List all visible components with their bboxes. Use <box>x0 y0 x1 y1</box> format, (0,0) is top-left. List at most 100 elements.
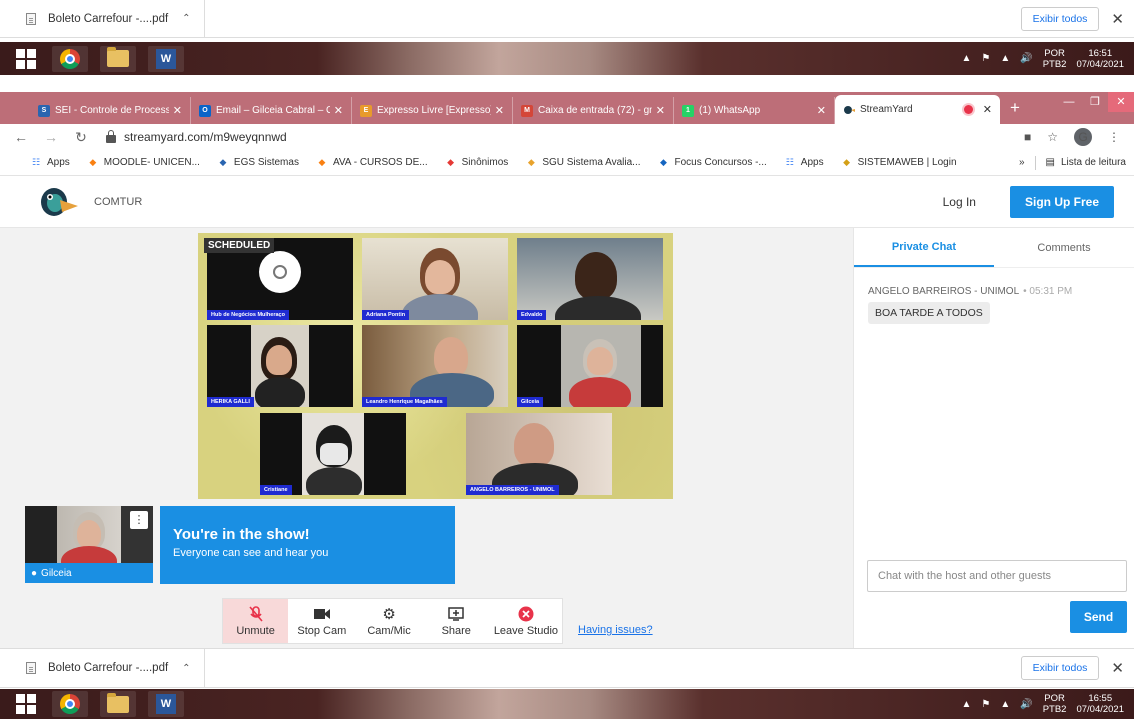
reload-icon[interactable]: ↻ <box>72 129 90 146</box>
taskbar-chrome[interactable] <box>52 691 88 717</box>
address-bar: ← → ↻ streamyard.com/m9weyqnnwd ■ ☆ G ⋮ <box>0 124 1134 150</box>
participant-video[interactable]: Adriana Pontin <box>362 238 508 320</box>
more-options-icon[interactable]: ⋮ <box>130 511 148 529</box>
stop-cam-button[interactable]: Stop Cam <box>288 599 355 643</box>
login-link[interactable]: Log In <box>943 195 976 209</box>
tab-4[interactable]: 1 (1) WhatsApp ✕ <box>674 97 835 124</box>
tab-2[interactable]: E Expresso Livre [Expresso] ✕ <box>352 97 513 124</box>
participant-video[interactable]: ANGELO BARREIROS - UNIMOL <box>466 413 612 495</box>
bookmark-item[interactable]: ◆ SISTEMAWEB | Login <box>841 157 956 169</box>
language-indicator[interactable]: POR PTB2 <box>1043 693 1067 715</box>
profile-avatar[interactable]: G <box>1074 128 1092 146</box>
bookmark-item[interactable]: ◆ MOODLE- UNICEN... <box>87 157 200 169</box>
taskbar-explorer[interactable] <box>100 45 136 72</box>
windows-start-icon[interactable] <box>12 693 40 715</box>
show-all-downloads-button[interactable]: Exibir todos <box>1020 6 1100 31</box>
minimize-icon[interactable]: — <box>1056 92 1082 112</box>
signup-button[interactable]: Sign Up Free <box>1009 185 1114 218</box>
back-icon[interactable]: ← <box>12 129 30 145</box>
tab-1[interactable]: OEmail – Gilceia Cabral – Outlook✕ <box>191 97 352 124</box>
bookmark-item[interactable]: ☷ Apps <box>30 157 70 169</box>
participant-video[interactable]: Edvaldo <box>517 238 663 320</box>
microphone-off-icon <box>249 605 263 623</box>
moodle-icon: ◆ <box>89 157 97 167</box>
bookmark-item[interactable]: ◆ Focus Concursos -... <box>658 157 767 169</box>
clock[interactable]: 16:51 07/04/2021 <box>1076 48 1124 70</box>
chrome-icon <box>60 48 80 69</box>
forward-icon[interactable]: → <box>42 129 60 145</box>
participant-video[interactable]: Cristiane <box>260 413 406 495</box>
participant-video[interactable]: HERIKA GALLI <box>207 325 353 407</box>
close-tab-icon[interactable]: ✕ <box>495 104 504 117</box>
star-icon[interactable]: ☆ <box>1047 130 1058 144</box>
share-button[interactable]: Share <box>423 599 490 643</box>
chevron-up-icon[interactable]: ⌃ <box>182 13 190 24</box>
volume-icon[interactable]: 🔊 <box>1020 699 1032 710</box>
cam-mic-button[interactable]: ⚙ Cam/Mic <box>355 599 422 643</box>
chat-input[interactable] <box>867 560 1127 592</box>
unmute-button[interactable]: Unmute <box>223 599 289 643</box>
send-button[interactable]: Send <box>1070 601 1127 633</box>
url-field[interactable]: streamyard.com/m9weyqnnwd <box>124 130 287 144</box>
close-tab-icon[interactable]: ✕ <box>817 104 826 117</box>
close-window-icon[interactable]: ✕ <box>1108 92 1134 112</box>
reading-list-icon[interactable]: ▤ <box>1046 157 1055 168</box>
bookmark-item[interactable]: ◆ EGS Sistemas <box>217 157 299 169</box>
chevron-up-icon[interactable]: ⌃ <box>182 663 190 674</box>
message-bubble: BOA TARDE A TODOS <box>868 302 990 324</box>
more-bookmarks-icon[interactable]: » <box>1019 157 1025 168</box>
tab-streamyard[interactable]: StreamYard ✕ <box>835 95 1000 124</box>
bookmark-item[interactable]: ☷ Apps <box>784 157 824 169</box>
lock-icon[interactable] <box>106 130 116 143</box>
close-tab-icon[interactable]: ✕ <box>173 104 182 117</box>
streamyard-logo-icon[interactable] <box>38 184 78 220</box>
restore-icon[interactable]: ❐ <box>1082 92 1108 112</box>
flag-icon[interactable]: ⚑ <box>981 699 990 710</box>
caret-up-icon[interactable]: ▲ <box>961 699 971 710</box>
m-favicon-icon: M <box>521 104 533 117</box>
bookmark-item[interactable]: ◆ AVA - CURSOS DE... <box>316 157 427 169</box>
close-tab-icon[interactable]: ✕ <box>334 104 343 117</box>
close-icon[interactable]: ✕ <box>1111 659 1124 677</box>
taskbar-explorer[interactable] <box>100 691 136 717</box>
taskbar-word[interactable]: W <box>148 45 184 72</box>
bookmarks-bar: ☷ Apps ◆ MOODLE- UNICEN... ◆ EGS Sistemas ◆ AVA… <box>0 150 1134 176</box>
sw-icon: ◆ <box>843 157 851 167</box>
bookmark-item[interactable]: ◆ Sinônimos <box>445 157 508 169</box>
download-item[interactable]: Boleto Carrefour -....pdf ⌃ <box>0 649 205 687</box>
tab-private-chat[interactable]: Private Chat <box>854 228 994 267</box>
close-tab-icon[interactable]: ✕ <box>983 103 992 116</box>
network-icon[interactable]: ▲ <box>1000 699 1010 710</box>
menu-dots-icon[interactable]: ⋮ <box>1108 130 1120 144</box>
camera-icon[interactable]: ■ <box>1024 130 1031 144</box>
clock[interactable]: 16:55 07/04/2021 <box>1076 693 1124 715</box>
volume-icon[interactable]: 🔊 <box>1020 53 1032 64</box>
folder-icon <box>107 47 129 67</box>
language-indicator[interactable]: POR PTB2 <box>1043 48 1067 70</box>
windows-start-icon[interactable] <box>12 48 40 70</box>
taskbar-word[interactable]: W <box>148 691 184 717</box>
download-item[interactable]: Boleto Carrefour -....pdf ⌃ <box>0 0 205 37</box>
close-tab-icon[interactable]: ✕ <box>656 104 665 117</box>
bookmark-item[interactable]: ◆ SGU Sistema Avalia... <box>525 157 641 169</box>
in-show-banner: You're in the show! Everyone can see and… <box>160 506 455 584</box>
taskbar-chrome[interactable] <box>52 45 88 72</box>
close-icon[interactable]: ✕ <box>1111 10 1124 28</box>
tab-0[interactable]: S SEI - Controle de Processos ✕ <box>30 97 191 124</box>
leave-icon <box>518 605 534 623</box>
caret-up-icon[interactable]: ▲ <box>961 53 971 64</box>
tab-3[interactable]: MCaixa de entrada (72) - gmail✕ <box>513 97 674 124</box>
scheduled-badge: SCHEDULED <box>204 238 275 253</box>
download-bar-bottom: Boleto Carrefour -....pdf ⌃ Exibir todos… <box>0 648 1134 688</box>
leave-studio-button[interactable]: Leave Studio <box>490 599 562 643</box>
self-view[interactable]: ⋮ ● Gilceia <box>25 506 153 583</box>
participant-video[interactable]: Gilceia <box>517 325 663 407</box>
tab-comments[interactable]: Comments <box>994 228 1134 267</box>
participant-video[interactable]: Leandro Henrique Magalhães <box>362 325 508 407</box>
show-all-downloads-button[interactable]: Exibir todos <box>1020 656 1100 680</box>
having-issues-link[interactable]: Having issues? <box>578 624 653 636</box>
new-tab-button[interactable]: + <box>1010 98 1020 118</box>
reading-list[interactable]: Lista de leitura <box>1061 157 1126 168</box>
flag-icon[interactable]: ⚑ <box>981 53 990 64</box>
network-icon[interactable]: ▲ <box>1000 53 1010 64</box>
